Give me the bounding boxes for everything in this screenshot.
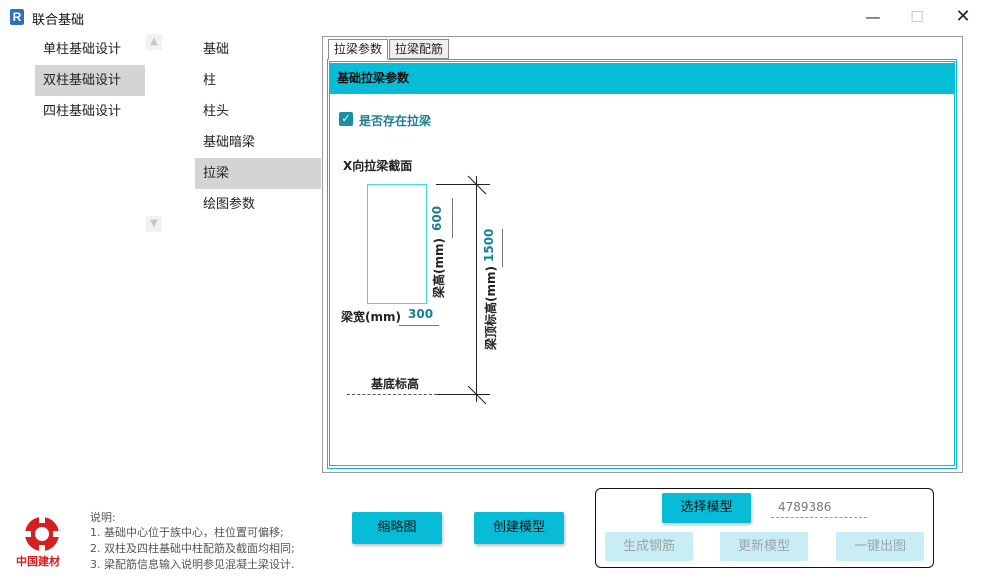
mid-item-hidden-beam[interactable]: 基础暗梁 bbox=[195, 127, 321, 158]
create-model-button[interactable]: 创建模型 bbox=[474, 512, 564, 544]
section-title: X向拉梁截面 bbox=[343, 159, 413, 173]
selected-model-id: 4789386 bbox=[778, 500, 832, 514]
app-logo-icon: R bbox=[10, 9, 24, 25]
base-elevation-dashed-line bbox=[347, 394, 437, 395]
maximize-button[interactable]: ☐ bbox=[894, 0, 940, 34]
note-line-1: 1. 基础中心位于族中心，柱位置可偏移; bbox=[90, 526, 284, 539]
mid-item-column[interactable]: 柱 bbox=[195, 65, 321, 96]
company-logo-text: 中国建材 bbox=[16, 555, 60, 568]
notes-title: 说明: bbox=[90, 511, 116, 524]
close-button[interactable]: ✕ bbox=[940, 0, 986, 34]
top-elevation-value[interactable]: 1500 bbox=[482, 229, 496, 262]
beam-height-value[interactable]: 600 bbox=[430, 206, 444, 231]
scroll-down-arrow-icon[interactable]: ▼ bbox=[146, 216, 162, 232]
beam-height-underline bbox=[452, 198, 453, 238]
tab-tie-beam-params[interactable]: 拉梁参数 bbox=[328, 39, 389, 60]
title-bar: R 联合基础 — ☐ ✕ bbox=[0, 0, 991, 34]
window-title: 联合基础 bbox=[32, 13, 85, 28]
beam-width-value[interactable]: 300 bbox=[408, 307, 433, 321]
note-line-3: 3. 梁配筋信息输入说明参见混凝土梁设计. bbox=[90, 558, 295, 571]
nav-item-single-column[interactable]: 单柱基础设计 bbox=[35, 34, 145, 65]
update-model-button[interactable]: 更新模型 bbox=[720, 532, 808, 561]
tie-beam-exists-label: 是否存在拉梁 bbox=[359, 114, 432, 128]
beam-height-label: 梁高(mm) bbox=[432, 238, 446, 298]
foundation-type-list: 单柱基础设计 双柱基础设计 四柱基础设计 bbox=[35, 34, 145, 127]
nav-item-double-column[interactable]: 双柱基础设计 bbox=[35, 65, 145, 96]
dimension-tick-bottom-icon bbox=[467, 385, 487, 405]
tab-tie-beam-rebar[interactable]: 拉梁配筋 bbox=[389, 39, 450, 59]
tie-beam-exists-checkbox[interactable]: ✓ bbox=[339, 112, 353, 126]
base-elevation-label: 基底标高 bbox=[371, 377, 420, 391]
model-id-underline bbox=[771, 517, 867, 518]
top-elevation-label: 梁顶标高(mm) bbox=[484, 266, 498, 350]
elevation-dimension-line bbox=[476, 176, 477, 402]
nav-item-four-column[interactable]: 四柱基础设计 bbox=[35, 96, 145, 127]
top-elevation-underline bbox=[502, 229, 503, 267]
minimize-button[interactable]: — bbox=[850, 0, 896, 34]
mid-item-column-head[interactable]: 柱头 bbox=[195, 96, 321, 127]
generate-rebar-button[interactable]: 生成钢筋 bbox=[605, 532, 693, 561]
select-model-button[interactable]: 选择模型 bbox=[662, 493, 751, 523]
beam-width-label: 梁宽(mm) bbox=[341, 310, 401, 324]
scroll-up-arrow-icon[interactable]: ▲ bbox=[146, 34, 162, 50]
panel-header: 基础拉梁参数 bbox=[329, 63, 955, 94]
parameter-category-list: 基础 柱 柱头 基础暗梁 拉梁 绘图参数 bbox=[195, 34, 321, 220]
one-click-drawing-button[interactable]: 一键出图 bbox=[836, 532, 924, 561]
beam-section-rect bbox=[367, 184, 427, 304]
beam-width-underline bbox=[399, 325, 439, 326]
mid-item-foundation[interactable]: 基础 bbox=[195, 34, 321, 65]
dimension-tick-top-icon bbox=[467, 175, 487, 195]
mid-item-drawing-params[interactable]: 绘图参数 bbox=[195, 189, 321, 220]
note-line-2: 2. 双柱及四柱基础中柱配筋及截面均相同; bbox=[90, 542, 295, 555]
thumbnail-button[interactable]: 缩略图 bbox=[352, 512, 442, 544]
mid-item-tie-beam[interactable]: 拉梁 bbox=[195, 158, 321, 189]
